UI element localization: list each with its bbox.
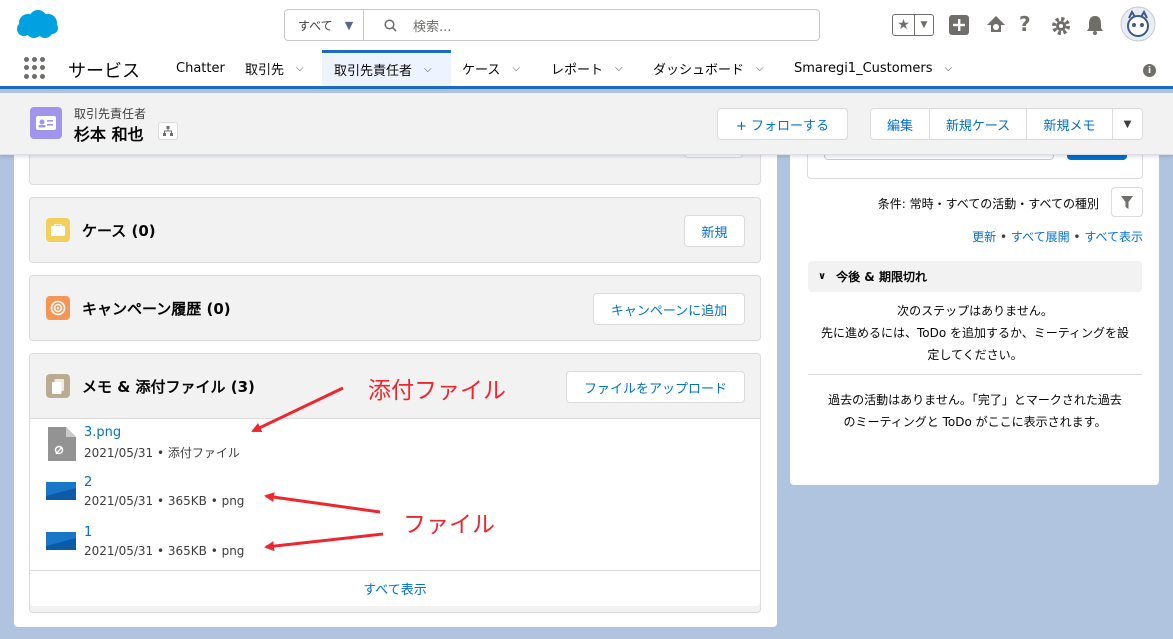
hierarchy-icon [163,126,173,136]
annotation-arrow [251,386,344,433]
annotation-arrow [264,532,384,552]
record-type-label: 取引先責任者 [74,107,147,121]
new-note-button[interactable]: 新規メモ [1027,108,1113,140]
new-case-button[interactable]: 新規ケース [930,108,1027,140]
record-header: 取引先責任者 杉本 和也 + フォローする 編集 新規ケース 新規メモ ▼ [0,93,1173,155]
record-actions-group: 編集 新規ケース 新規メモ ▼ [870,108,1143,140]
caret-down-icon: ▼ [1123,118,1132,130]
edit-button[interactable]: 編集 [870,108,930,140]
hierarchy-button[interactable] [158,122,178,140]
more-actions-button[interactable]: ▼ [1113,108,1143,140]
record-name: 杉本 和也 [74,125,144,144]
annotation-arrow [264,492,381,514]
follow-button[interactable]: + フォローする [717,108,848,140]
contact-record-icon [30,107,62,139]
